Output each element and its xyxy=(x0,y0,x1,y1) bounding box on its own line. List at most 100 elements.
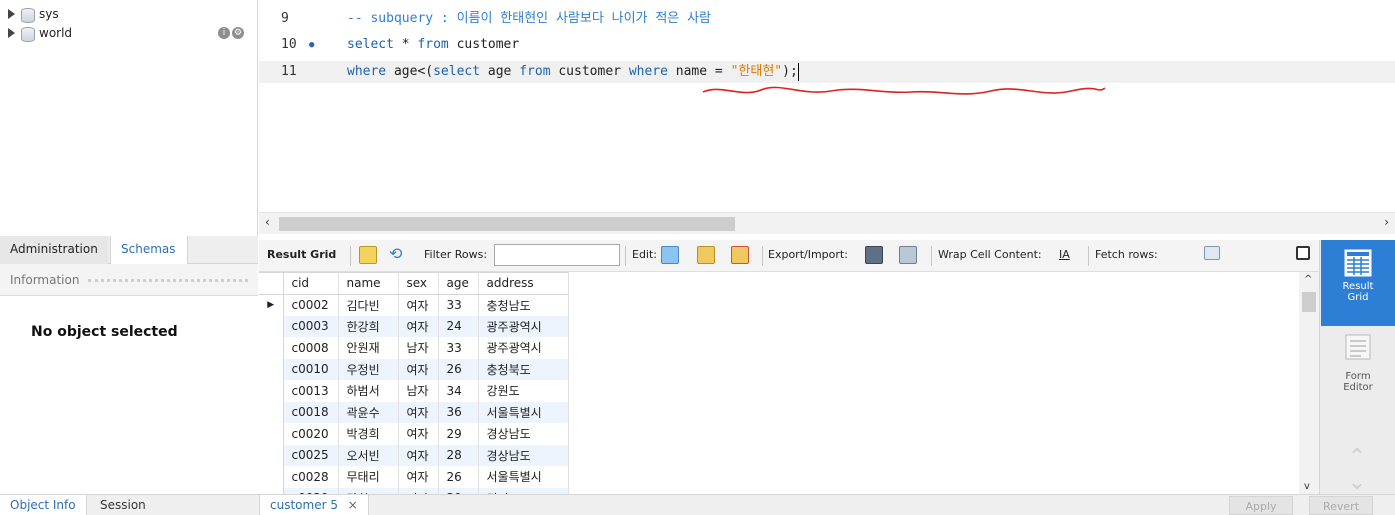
row-marker[interactable] xyxy=(259,358,284,380)
table-row[interactable]: c0018 곽윤수 여자 36 서울특별시 xyxy=(259,401,569,423)
cell-age[interactable]: 34 xyxy=(438,380,479,402)
cell-name[interactable]: 오서빈 xyxy=(338,444,399,466)
cell-sex[interactable]: 여자 xyxy=(398,358,439,380)
form-editor-button[interactable]: Form Editor xyxy=(1321,330,1395,410)
table-row[interactable]: c0028 무태리 여자 26 서울특별시 xyxy=(259,466,569,488)
cell-cid[interactable]: c0018 xyxy=(283,401,339,423)
cell-age[interactable]: 24 xyxy=(438,315,479,337)
cell-name[interactable]: 우정빈 xyxy=(338,358,399,380)
cell-cid[interactable]: c0010 xyxy=(283,358,339,380)
result-grid-button[interactable]: Result Grid xyxy=(1321,240,1395,326)
cell-address[interactable]: 서울특별시 xyxy=(478,401,569,423)
cell-sex[interactable]: 여자 xyxy=(398,315,439,337)
cell-cid[interactable]: c0013 xyxy=(283,380,339,402)
cell-sex[interactable]: 여자 xyxy=(398,444,439,466)
cell-age[interactable]: 29 xyxy=(438,423,479,445)
cell-name[interactable]: 한강희 xyxy=(338,315,399,337)
tab-schemas[interactable]: Schemas xyxy=(110,236,188,264)
add-row-icon[interactable] xyxy=(697,246,715,264)
cell-age[interactable]: 33 xyxy=(438,294,479,316)
fetch-next-icon[interactable] xyxy=(1204,246,1220,260)
tab-object-info[interactable]: Object Info xyxy=(0,495,87,515)
cell-age[interactable]: 33 xyxy=(438,337,479,359)
table-row[interactable]: c0010 우정빈 여자 26 충청북도 xyxy=(259,358,569,380)
import-icon[interactable] xyxy=(899,246,917,264)
schema-item-sys[interactable]: sys xyxy=(8,5,59,23)
expand-arrow-icon[interactable] xyxy=(8,28,15,38)
code-line[interactable]: 11 where age<(select age from customer wh… xyxy=(259,61,1395,83)
revert-button[interactable]: Revert xyxy=(1309,496,1373,515)
scroll-up-icon[interactable]: ^ xyxy=(1304,274,1312,285)
wrap-text-icon[interactable]: IA xyxy=(1059,248,1070,261)
cell-address[interactable]: 충청북도 xyxy=(478,358,569,380)
table-row[interactable]: c0008 안원재 남자 33 광주광역시 xyxy=(259,337,569,359)
cell-sex[interactable]: 남자 xyxy=(398,380,439,402)
column-header-age[interactable]: age xyxy=(438,272,479,295)
cell-cid[interactable]: c0008 xyxy=(283,337,339,359)
cell-name[interactable]: 박경희 xyxy=(338,423,399,445)
scroll-left-icon[interactable]: ‹ xyxy=(265,215,270,229)
tab-administration[interactable]: Administration xyxy=(0,236,108,264)
column-header-cid[interactable]: cid xyxy=(283,272,339,295)
editor-horizontal-scrollbar[interactable]: ‹ › xyxy=(259,212,1395,234)
code-line[interactable]: 10 ● select * from customer xyxy=(259,34,1395,56)
cell-sex[interactable]: 여자 xyxy=(398,423,439,445)
cell-cid[interactable]: c0020 xyxy=(283,423,339,445)
row-marker[interactable] xyxy=(259,423,284,445)
cell-name[interactable]: 하범서 xyxy=(338,380,399,402)
cell-name[interactable]: 김다빈 xyxy=(338,294,399,316)
refresh-icon[interactable]: ⟲ xyxy=(389,244,402,263)
cell-sex[interactable]: 남자 xyxy=(398,337,439,359)
cell-address[interactable]: 충청남도 xyxy=(478,294,569,316)
table-row[interactable]: c0013 하범서 남자 34 강원도 xyxy=(259,380,569,402)
table-row[interactable]: c0025 오서빈 여자 28 경상남도 xyxy=(259,444,569,466)
settings-icon[interactable]: ⚙ xyxy=(232,27,244,39)
info-icon[interactable]: i xyxy=(218,27,230,39)
cell-address[interactable]: 광주광역시 xyxy=(478,337,569,359)
apply-button[interactable]: Apply xyxy=(1229,496,1293,515)
column-header-name[interactable]: name xyxy=(338,272,399,295)
row-marker[interactable]: ▶ xyxy=(259,294,284,316)
grid-vertical-scrollbar[interactable]: ^ v xyxy=(1299,272,1319,494)
grid-layout-icon[interactable] xyxy=(359,246,377,264)
row-marker[interactable] xyxy=(259,444,284,466)
filter-rows-input[interactable] xyxy=(494,244,620,266)
cell-cid[interactable]: c0002 xyxy=(283,294,339,316)
scroll-thumb[interactable] xyxy=(279,217,735,231)
cell-address[interactable]: 경상남도 xyxy=(478,423,569,445)
column-header-address[interactable]: address xyxy=(478,272,569,295)
close-icon[interactable]: × xyxy=(348,498,358,512)
tab-session[interactable]: Session xyxy=(90,495,156,515)
table-row[interactable]: c0003 한강희 여자 24 광주광역시 xyxy=(259,315,569,337)
cell-address[interactable]: 서울특별시 xyxy=(478,466,569,488)
cell-cid[interactable]: c0025 xyxy=(283,444,339,466)
table-row[interactable]: c0020 박경희 여자 29 경상남도 xyxy=(259,423,569,445)
cell-address[interactable]: 강원도 xyxy=(478,380,569,402)
expand-arrow-icon[interactable] xyxy=(8,9,15,19)
cell-name[interactable]: 곽윤수 xyxy=(338,401,399,423)
cell-address[interactable]: 경상남도 xyxy=(478,444,569,466)
scroll-right-icon[interactable]: › xyxy=(1384,215,1389,229)
cell-cid[interactable]: c0028 xyxy=(283,466,339,488)
row-marker[interactable] xyxy=(259,380,284,402)
sql-editor[interactable]: 9 -- subquery : 이름이 한태현인 사람보다 나이가 적은 사람 10… xyxy=(259,0,1395,212)
row-marker[interactable] xyxy=(259,337,284,359)
table-row[interactable]: ▶ c0002 김다빈 여자 33 충청남도 xyxy=(259,294,569,316)
cell-sex[interactable]: 여자 xyxy=(398,294,439,316)
cell-name[interactable]: 안원재 xyxy=(338,337,399,359)
cell-name[interactable]: 무태리 xyxy=(338,466,399,488)
cell-sex[interactable]: 여자 xyxy=(398,401,439,423)
row-marker[interactable] xyxy=(259,315,284,337)
expand-chevron-icon[interactable]: ⌃ ⌄ xyxy=(1342,445,1372,495)
row-marker[interactable] xyxy=(259,401,284,423)
column-header-sex[interactable]: sex xyxy=(398,272,439,295)
cell-age[interactable]: 36 xyxy=(438,401,479,423)
export-icon[interactable] xyxy=(865,246,883,264)
cell-cid[interactable]: c0003 xyxy=(283,315,339,337)
edit-row-icon[interactable] xyxy=(661,246,679,264)
row-marker[interactable] xyxy=(259,466,284,488)
delete-row-icon[interactable] xyxy=(731,246,749,264)
scroll-down-icon[interactable]: v xyxy=(1304,481,1310,492)
code-line[interactable]: 9 -- subquery : 이름이 한태현인 사람보다 나이가 적은 사람 xyxy=(259,8,1395,30)
cell-address[interactable]: 광주광역시 xyxy=(478,315,569,337)
